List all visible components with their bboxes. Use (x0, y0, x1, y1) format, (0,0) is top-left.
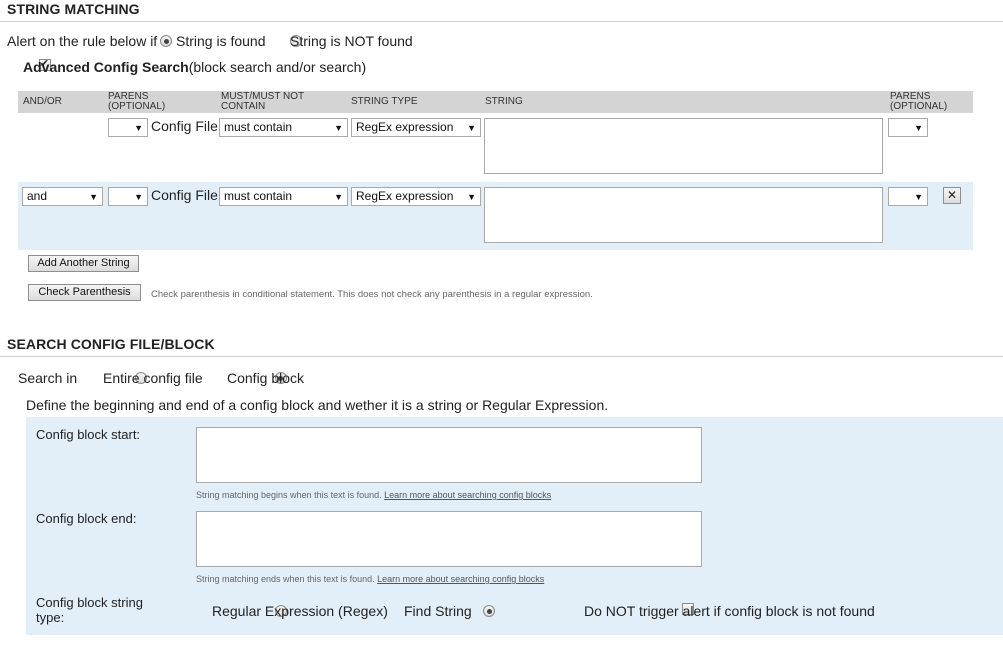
string-type-label-line2: type: (36, 610, 65, 625)
block-end-help: String matching ends when this text is f… (196, 574, 544, 584)
section-divider (0, 356, 1003, 357)
string-type-label: Config block string type: (36, 595, 143, 625)
alert-found-radio[interactable] (160, 35, 172, 48)
alert-not-found-label[interactable]: String is NOT found (290, 33, 413, 49)
advanced-config-suffix: (block search and/or search) (188, 59, 367, 75)
header-must: MUST/MUST NOT CONTAIN (221, 92, 304, 112)
block-start-help: String matching begins when this text is… (196, 490, 551, 500)
row2-string-input[interactable] (484, 187, 883, 243)
row2-andor-value: and (27, 189, 48, 203)
row1-string-input[interactable] (484, 118, 883, 174)
chevron-down-icon: ▼ (914, 192, 923, 202)
row1-string-type-select[interactable]: RegEx expression ▼ (351, 118, 481, 137)
chevron-down-icon: ▼ (89, 192, 98, 202)
search-config-title: SEARCH CONFIG FILE/BLOCK (7, 336, 215, 352)
block-start-input[interactable] (196, 427, 702, 483)
row1-must-select[interactable]: must contain ▼ (219, 118, 348, 137)
chevron-down-icon: ▼ (467, 123, 476, 133)
check-parenthesis-button[interactable]: Check Parenthesis (28, 284, 141, 301)
header-parens-right-line2: (OPTIONAL) (890, 101, 948, 112)
config-block-label[interactable]: Config block (227, 370, 304, 386)
chevron-down-icon: ▼ (467, 192, 476, 202)
row1-paren-open-select[interactable]: ▼ (108, 118, 148, 137)
block-start-help-text: String matching begins when this text is… (196, 490, 382, 500)
alert-rule-label: Alert on the rule below if (7, 33, 158, 49)
define-block-text: Define the beginning and end of a config… (26, 397, 609, 413)
find-string-label[interactable]: Find String (404, 603, 472, 619)
row2-must-value: must contain (224, 189, 293, 203)
header-parens-right: PARENS (OPTIONAL) (890, 92, 947, 112)
row2-string-type-select[interactable]: RegEx expression ▼ (351, 187, 481, 206)
section-divider (0, 21, 1003, 22)
row1-string-type-value: RegEx expression (356, 120, 454, 134)
check-parenthesis-note: Check parenthesis in conditional stateme… (151, 289, 593, 300)
header-string: STRING (485, 96, 523, 107)
header-andor: AND/OR (23, 96, 62, 107)
block-end-learn-more-link[interactable]: Learn more about searching config blocks (377, 574, 544, 584)
row2-must-select[interactable]: must contain ▼ (219, 187, 348, 206)
header-string-type: STRING TYPE (351, 96, 418, 107)
row2-paren-close-select[interactable]: ▼ (888, 187, 928, 206)
row2-paren-open-select[interactable]: ▼ (108, 187, 148, 206)
chevron-down-icon: ▼ (914, 123, 923, 133)
row2-andor-select[interactable]: and ▼ (22, 187, 103, 206)
block-start-label: Config block start: (36, 427, 141, 442)
no-trigger-label[interactable]: Do NOT trigger alert if config block is … (584, 603, 875, 619)
row1-must-value: must contain (224, 120, 293, 134)
string-matching-title: STRING MATCHING (7, 1, 140, 17)
alert-found-label[interactable]: String is found (176, 33, 266, 49)
entire-config-label[interactable]: Entire config file (103, 370, 203, 386)
row2-target-label: Config File (151, 187, 218, 203)
block-end-label: Config block end: (36, 511, 137, 526)
row1-target-label: Config File (151, 118, 218, 134)
chevron-down-icon: ▼ (134, 192, 143, 202)
close-icon: ✕ (946, 188, 958, 202)
chevron-down-icon: ▼ (334, 123, 343, 133)
advanced-config-label: Advanced Config Search(block search and/… (23, 59, 366, 75)
block-end-help-text: String matching ends when this text is f… (196, 574, 375, 584)
chevron-down-icon: ▼ (134, 123, 143, 133)
header-must-line2: CONTAIN (221, 101, 266, 112)
header-parens-left-line2: (OPTIONAL) (108, 101, 166, 112)
advanced-config-title: Advanced Config Search (23, 59, 189, 75)
block-start-learn-more-link[interactable]: Learn more about searching config blocks (384, 490, 551, 500)
regex-label[interactable]: Regular Expression (Regex) (212, 603, 388, 619)
chevron-down-icon: ▼ (334, 192, 343, 202)
string-type-label-line1: Config block string (36, 595, 143, 610)
remove-row-button[interactable]: ✕ (943, 187, 961, 204)
row2-string-type-value: RegEx expression (356, 189, 454, 203)
block-end-input[interactable] (196, 511, 702, 567)
search-in-label: Search in (18, 370, 78, 386)
header-parens-left: PARENS (OPTIONAL) (108, 92, 165, 112)
add-another-string-button[interactable]: Add Another String (28, 255, 139, 272)
row1-paren-close-select[interactable]: ▼ (888, 118, 928, 137)
